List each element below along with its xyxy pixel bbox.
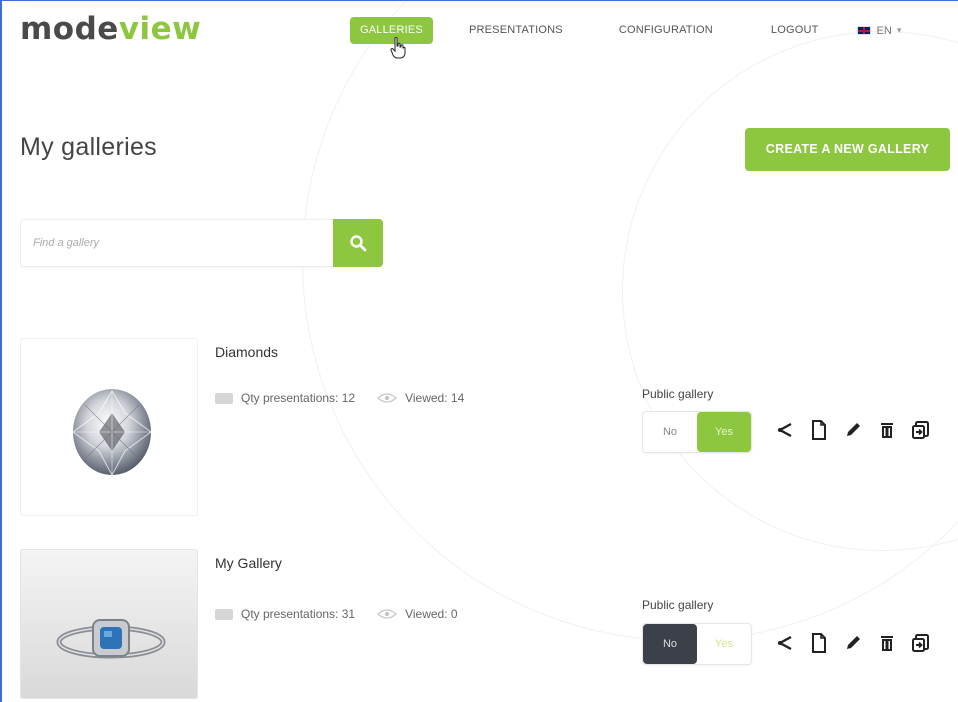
gallery-actions xyxy=(768,629,938,657)
public-gallery-label: Public gallery xyxy=(642,598,714,612)
folder-icon xyxy=(215,608,233,620)
qty-label: Qty presentations: xyxy=(241,391,339,405)
gallery-name[interactable]: My Gallery xyxy=(215,555,282,571)
delete-icon xyxy=(881,636,893,651)
export-button[interactable] xyxy=(904,416,938,444)
viewed-value: 0 xyxy=(450,607,458,621)
edit-button[interactable] xyxy=(836,416,870,444)
delete-button[interactable] xyxy=(870,416,904,444)
gallery-stats: Qty presentations: 31 Viewed: 0 xyxy=(215,607,458,621)
nav-logout[interactable]: LOGOUT xyxy=(761,17,829,44)
eye-icon xyxy=(377,609,398,619)
edit-icon xyxy=(847,636,860,649)
qty-label: Qty presentations: xyxy=(241,607,339,621)
logo-part-2: view xyxy=(118,11,202,47)
diamond-image xyxy=(72,389,152,477)
copy-icon xyxy=(812,633,826,653)
share-button[interactable] xyxy=(768,629,802,657)
toggle-yes[interactable]: Yes xyxy=(697,624,751,664)
gallery-stats: Qty presentations: 12 Viewed: 14 xyxy=(215,391,464,405)
public-gallery-label: Public gallery xyxy=(642,387,714,401)
app-window: modeview GALLERIES PRESENTATIONS CONFIGU… xyxy=(0,0,958,702)
export-icon xyxy=(912,421,929,439)
public-toggle[interactable]: No Yes xyxy=(642,411,752,453)
search-input[interactable] xyxy=(20,219,333,267)
copy-icon xyxy=(812,420,826,440)
gallery-thumbnail[interactable] xyxy=(20,549,198,699)
gallery-name[interactable]: Diamonds xyxy=(215,344,278,360)
share-icon xyxy=(777,422,792,438)
eye-icon xyxy=(377,393,398,403)
toggle-no[interactable]: No xyxy=(643,412,697,452)
toggle-yes[interactable]: Yes xyxy=(697,412,751,452)
delete-icon xyxy=(881,423,893,438)
background-decoration xyxy=(302,1,958,641)
gallery-row: My Gallery Qty presentations: 31 Viewed:… xyxy=(20,549,955,699)
qty-value: 31 xyxy=(341,607,356,621)
ring-image xyxy=(56,619,166,659)
export-button[interactable] xyxy=(904,629,938,657)
logo-part-1: mode xyxy=(20,11,119,47)
page-title: My galleries xyxy=(20,133,157,161)
share-icon xyxy=(777,635,792,651)
main-nav: GALLERIES PRESENTATIONS CONFIGURATION LO… xyxy=(350,17,901,44)
share-button[interactable] xyxy=(768,416,802,444)
uk-flag-icon xyxy=(856,26,871,35)
search-button[interactable] xyxy=(333,219,383,267)
copy-button[interactable] xyxy=(802,629,836,657)
search-icon xyxy=(350,235,367,252)
nav-presentations[interactable]: PRESENTATIONS xyxy=(459,17,573,44)
delete-button[interactable] xyxy=(870,629,904,657)
qty-value: 12 xyxy=(341,391,356,405)
viewed-value: 14 xyxy=(450,391,465,405)
viewed-label: Viewed: xyxy=(405,607,448,621)
gallery-thumbnail[interactable] xyxy=(20,338,198,516)
public-toggle[interactable]: No Yes xyxy=(642,623,752,665)
hand-cursor-icon xyxy=(390,37,406,59)
viewed-label: Viewed: xyxy=(405,391,448,405)
export-icon xyxy=(912,634,929,652)
edit-icon xyxy=(847,423,860,436)
gallery-row: Diamonds Qty presentations: 12 Viewed: 1… xyxy=(20,338,955,518)
modeview-logo[interactable]: modeview xyxy=(20,9,201,49)
copy-button[interactable] xyxy=(802,416,836,444)
gallery-actions xyxy=(768,416,938,444)
gallery-search xyxy=(20,219,383,267)
language-label: EN xyxy=(876,24,892,37)
nav-configuration[interactable]: CONFIGURATION xyxy=(609,17,723,44)
toggle-no[interactable]: No xyxy=(643,624,697,664)
create-gallery-button[interactable]: CREATE A NEW GALLERY xyxy=(745,128,950,171)
caret-down-icon: ▾ xyxy=(896,25,902,35)
folder-icon xyxy=(215,392,233,404)
language-selector[interactable]: EN ▾ xyxy=(856,17,902,44)
edit-button[interactable] xyxy=(836,629,870,657)
